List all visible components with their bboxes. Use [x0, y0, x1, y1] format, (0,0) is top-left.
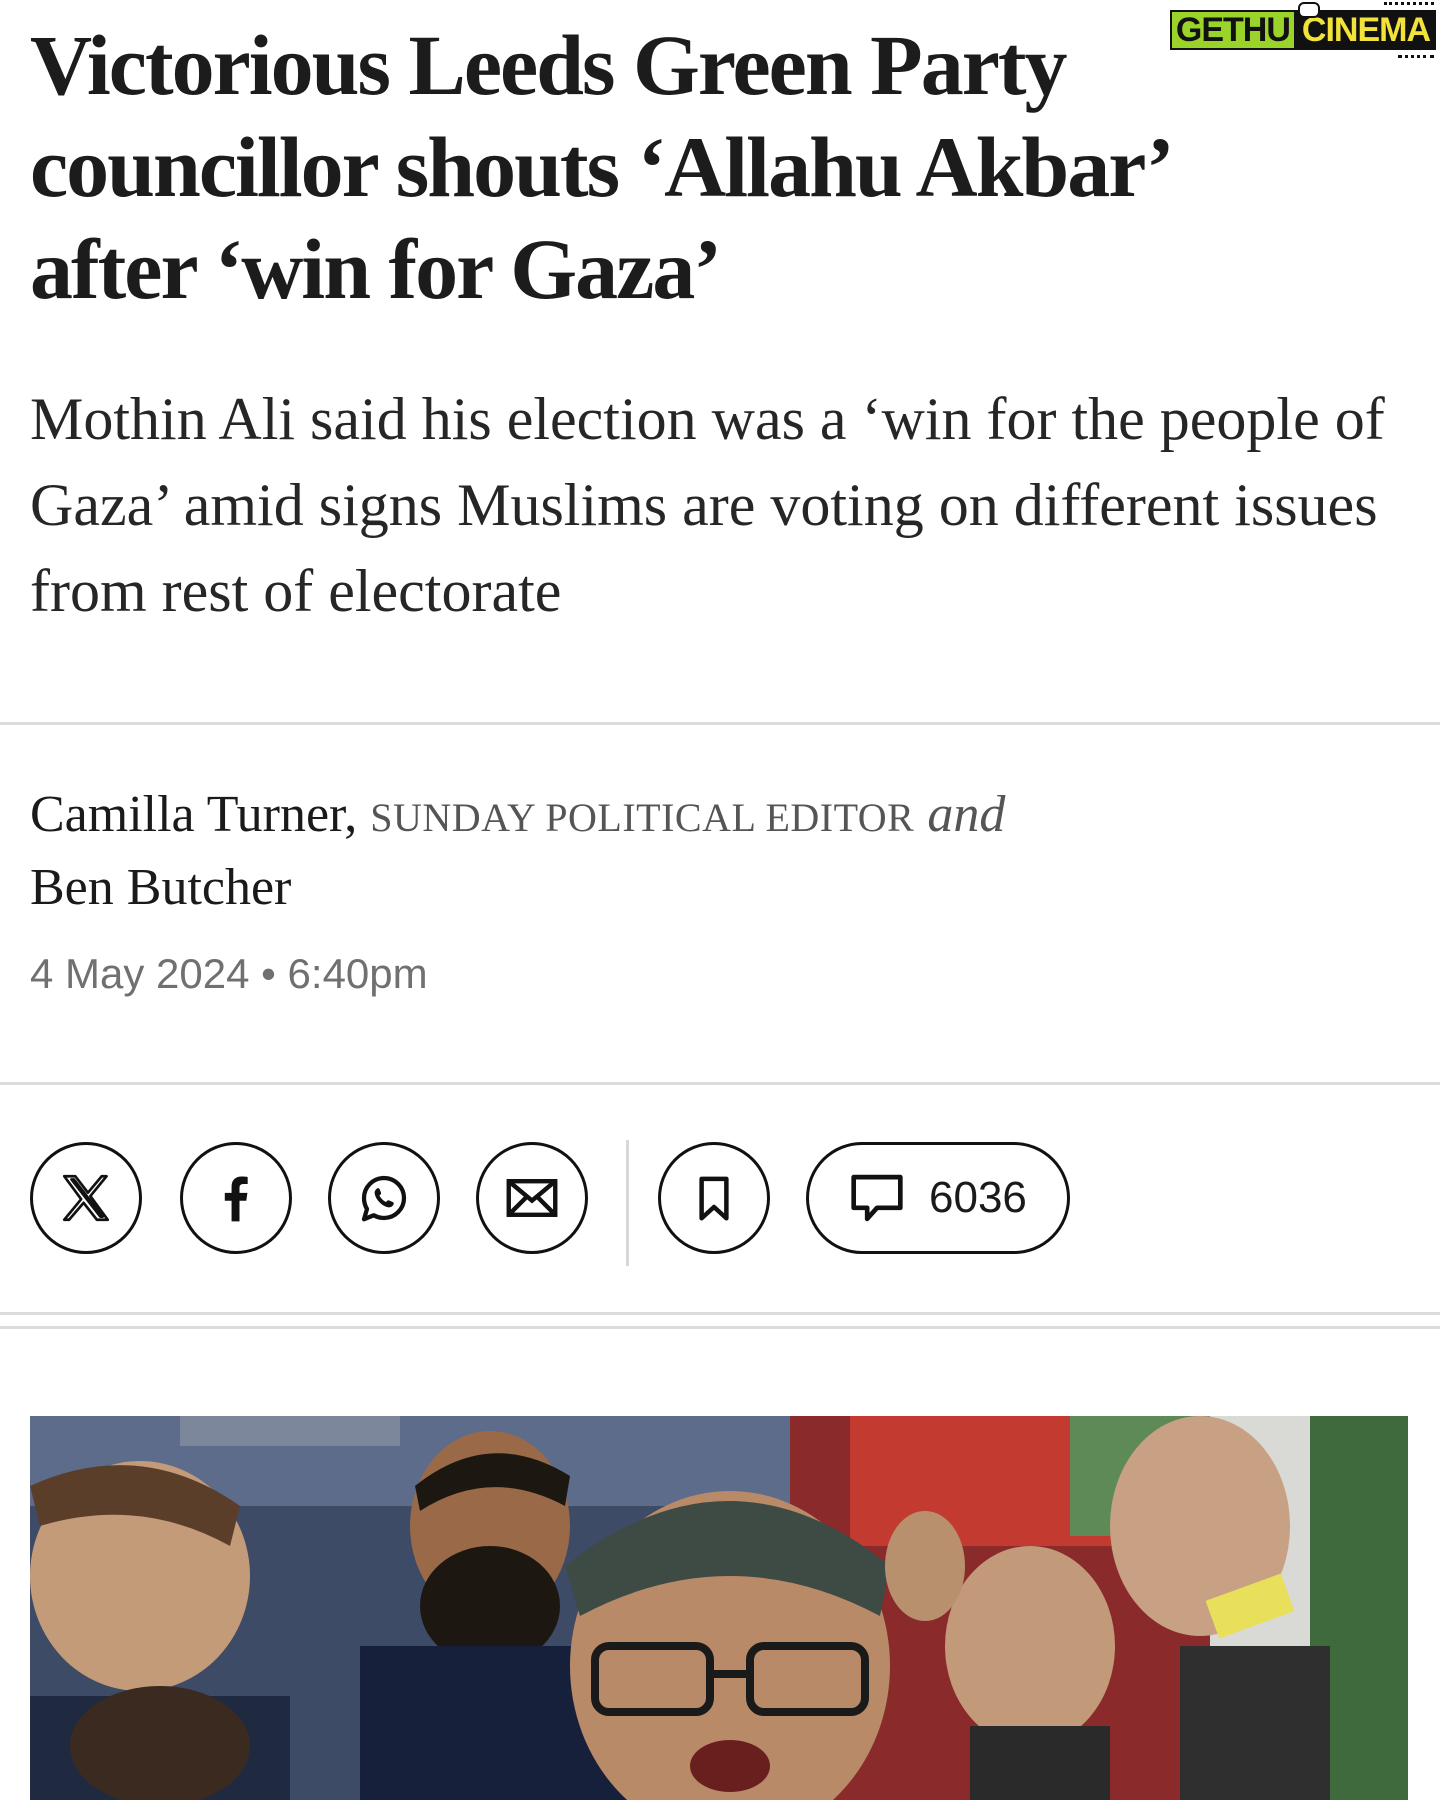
- toolbar-separator: [626, 1140, 629, 1266]
- author-role: SUNDAY POLITICAL EDITOR: [370, 795, 915, 840]
- x-icon: [62, 1174, 110, 1222]
- author-link-camilla[interactable]: Camilla Turner,: [30, 786, 357, 843]
- byline: Camilla Turner, SUNDAY POLITICAL EDITOR …: [30, 780, 1410, 923]
- share-toolbar: 6036: [30, 1140, 1410, 1266]
- divider: [0, 1312, 1440, 1315]
- comment-count: 6036: [929, 1173, 1027, 1222]
- publish-time: 6:40pm: [287, 950, 428, 997]
- publish-date: 4 May 2024: [30, 950, 250, 997]
- camera-reel-icon: [1297, 2, 1320, 18]
- film-strip-icon: [1384, 2, 1434, 11]
- author-link-ben[interactable]: Ben Butcher: [30, 859, 291, 916]
- divider: [0, 1082, 1440, 1085]
- share-facebook-button[interactable]: [180, 1142, 292, 1254]
- article-standfirst: Mothin Ali said his election was a ‘win …: [30, 386, 1385, 624]
- bookmark-button[interactable]: [658, 1142, 770, 1254]
- divider: [0, 1326, 1440, 1329]
- article-lead-photo[interactable]: [30, 1416, 1408, 1800]
- share-x-button[interactable]: [30, 1142, 142, 1254]
- byline-conjunction: and: [927, 786, 1006, 843]
- email-icon: [506, 1179, 558, 1217]
- share-whatsapp-button[interactable]: [328, 1142, 440, 1254]
- facebook-icon: [224, 1176, 248, 1222]
- publish-dateline: 4 May 2024 • 6:40pm: [30, 950, 428, 998]
- comment-icon: [851, 1174, 903, 1222]
- film-strip-icon: [1398, 49, 1434, 58]
- crowd-photo: [30, 1416, 1408, 1800]
- article-headline: Victorious Leeds Green Party councillor …: [30, 17, 1168, 317]
- date-separator: •: [261, 950, 276, 997]
- comments-button[interactable]: 6036: [806, 1142, 1070, 1254]
- divider: [0, 722, 1440, 725]
- share-email-button[interactable]: [476, 1142, 588, 1254]
- bookmark-icon: [699, 1176, 729, 1221]
- whatsapp-icon: [361, 1175, 407, 1222]
